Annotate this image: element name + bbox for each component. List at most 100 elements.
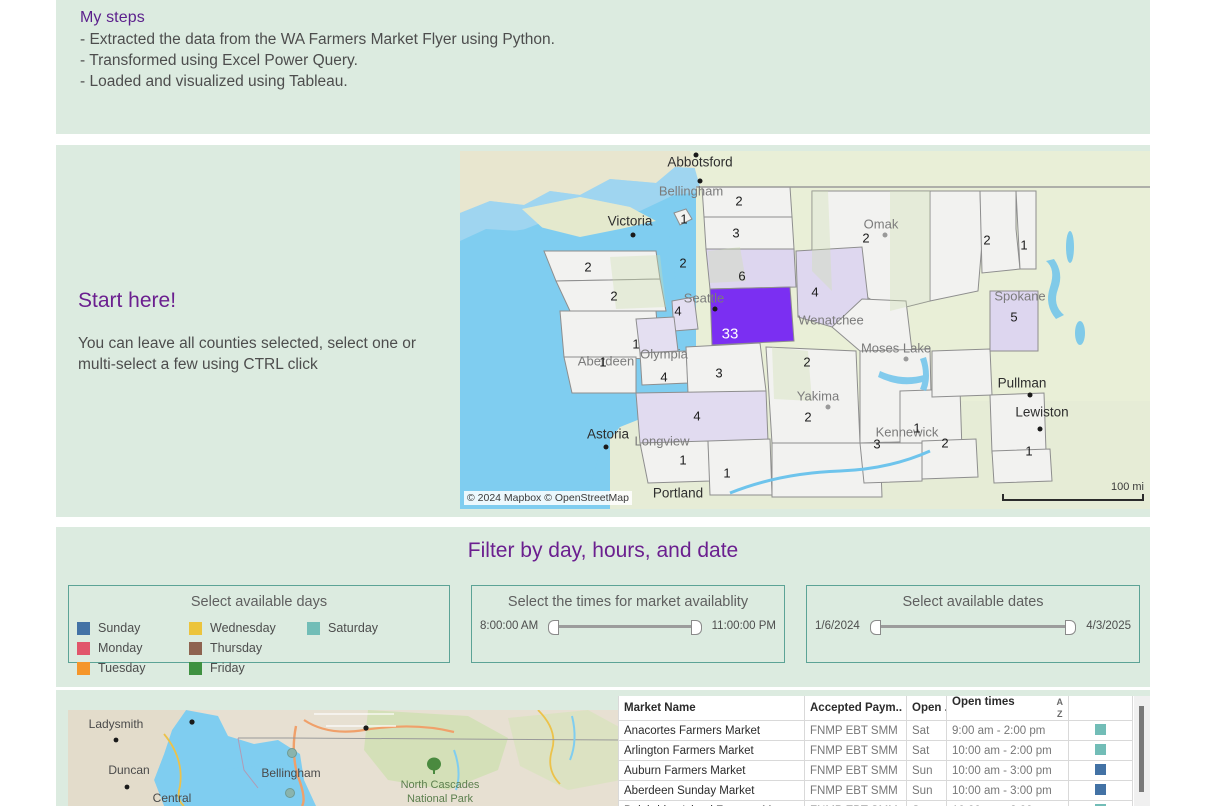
city-dot [904,357,909,362]
column-header-open-day[interactable]: Open .. [907,696,947,721]
cell-open-times: 10:00 am - 3:00 pm [947,781,1069,801]
filters-title: Filter by day, hours, and date [56,539,1150,563]
day-legend-item[interactable]: Saturday [307,618,378,638]
times-slider[interactable] [548,618,701,634]
cell-open-times: 10:00 am - 3:00 pm [947,761,1069,781]
column-header-open-times[interactable]: Open times AZ [947,696,1069,721]
select-available-days-box[interactable]: Select available days SundayMondayTuesda… [68,585,450,663]
market-map-marker[interactable] [287,748,297,758]
column-header-color-swatch [1069,696,1133,721]
market-table: Market Name Accepted Paym.. Open .. Open… [618,696,1133,806]
table-row[interactable]: Arlington Farmers MarketFNMP EBT SMMSat1… [619,741,1133,761]
dates-slider[interactable] [870,618,1076,634]
table-row[interactable]: Anacortes Farmers MarketFNMP EBT SMMSat9… [619,721,1133,741]
times-max-label: 11:00:00 PM [712,620,776,632]
table-row[interactable]: Bainbridge Island Farmers MFNMP EBT SMMS… [619,801,1133,806]
bottom-panel: LadysmithDuncanCentralSaanichBellinghamN… [56,690,1150,806]
sort-az-icon[interactable]: AZ [1057,696,1064,720]
cell-market-name: Anacortes Farmers Market [619,721,805,741]
market-detail-map[interactable]: LadysmithDuncanCentralSaanichBellinghamN… [68,710,621,806]
cell-accepted-payment: FNMP EBT SMM [805,741,907,761]
day-legend-label: Thursday [210,641,262,655]
map-attribution: © 2024 Mapbox © OpenStreetMap [464,491,632,505]
days-legend-column-1: Sunday Monday Tuesday [77,618,145,678]
city-dot [604,445,609,450]
map-scale-label: 100 mi [1111,481,1144,493]
day-legend-item[interactable]: Thursday [189,638,276,658]
cell-open-day: Sat [907,741,947,761]
dates-slider-rail [878,625,1068,628]
day-legend-label: Wednesday [210,621,276,635]
start-here-body: You can leave all counties selected, sel… [78,333,438,375]
cell-accepted-payment: FNMP EBT SMM [805,781,907,801]
times-slider-row: 8:00:00 AM 11:00:00 PM [480,618,776,634]
table-vertical-scrollbar[interactable] [1134,696,1150,806]
times-slider-handle-min[interactable] [548,620,559,635]
map-canvas [460,151,1150,509]
cell-accepted-payment: FNMP EBT SMM [805,761,907,781]
day-color-swatch [189,662,202,675]
cell-open-times: 10:00 am - 2:00 pm [947,741,1069,761]
cell-accepted-payment: FNMP EBT SMM [805,721,907,741]
cell-open-times: 9:00 am - 2:00 pm [947,721,1069,741]
day-legend-label: Friday [210,661,245,675]
cell-market-name: Auburn Farmers Market [619,761,805,781]
market-table-wrapper: Market Name Accepted Paym.. Open .. Open… [618,696,1150,806]
map-scale-bar: 100 mi [1002,481,1144,501]
column-header-accepted-payment[interactable]: Accepted Paym.. [805,696,907,721]
my-steps-line-1: - Extracted the data from the WA Farmers… [80,31,555,49]
select-days-title: Select available days [69,594,449,610]
day-legend-item[interactable]: Friday [189,658,276,678]
day-color-swatch [77,622,90,635]
table-scrollbar-thumb[interactable] [1139,706,1144,792]
city-dot [698,179,703,184]
table-header-row: Market Name Accepted Paym.. Open .. Open… [619,696,1133,721]
select-dates-box[interactable]: Select available dates 1/6/2024 4/3/2025 [806,585,1140,663]
days-legend-column-2: Wednesday Thursday Friday [189,618,276,678]
cell-market-name: Aberdeen Sunday Market [619,781,805,801]
day-legend-item[interactable]: Tuesday [77,658,145,678]
day-legend-label: Monday [98,641,142,655]
day-color-swatch [189,622,202,635]
city-dot [826,405,831,410]
times-slider-rail [556,625,693,628]
dashboard-page: My steps - Extracted the data from the W… [0,0,1210,806]
day-legend-item[interactable]: Wednesday [189,618,276,638]
day-color-swatch [307,622,320,635]
day-legend-label: Saturday [328,621,378,635]
day-color-swatch [77,662,90,675]
cell-open-times: 10:00 am - 2:00 pm [947,801,1069,806]
city-dot [1028,393,1033,398]
cell-accepted-payment: FNMP EBT SMM [805,801,907,806]
day-legend-item[interactable]: Monday [77,638,145,658]
select-times-title: Select the times for market availablity [472,594,784,610]
day-legend-label: Tuesday [98,661,145,675]
day-color-swatch [1095,784,1106,795]
times-min-label: 8:00:00 AM [480,620,538,632]
day-color-swatch [77,642,90,655]
day-legend-label: Sunday [98,621,140,635]
select-times-box[interactable]: Select the times for market availablity … [471,585,785,663]
detail-map-canvas [68,710,621,806]
table-row[interactable]: Auburn Farmers MarketFNMP EBT SMMSun10:0… [619,761,1133,781]
county-choropleth-map[interactable]: AbbotsfordBellinghamVictoriaSeattleOlymp… [460,151,1150,509]
day-legend-item[interactable]: Sunday [77,618,145,638]
column-header-market-name[interactable]: Market Name [619,696,805,721]
open-times-label: Open times [952,696,1015,708]
cell-open-day: Sun [907,781,947,801]
dates-max-label: 4/3/2025 [1086,620,1131,632]
day-color-swatch [1095,744,1106,755]
my-steps-line-3: - Loaded and visualized using Tableau. [80,73,348,91]
my-steps-title: My steps [80,9,145,27]
cell-open-day: Sat [907,801,947,806]
cell-color-swatch [1069,721,1133,741]
day-color-swatch [189,642,202,655]
day-color-swatch [1095,724,1106,735]
table-row[interactable]: Aberdeen Sunday MarketFNMP EBT SMMSun10:… [619,781,1133,801]
dates-slider-handle-min[interactable] [870,620,881,635]
cell-color-swatch [1069,801,1133,806]
city-dot [631,233,636,238]
market-map-marker[interactable] [285,788,295,798]
times-slider-handle-max[interactable] [691,620,702,635]
dates-slider-handle-max[interactable] [1065,620,1076,635]
